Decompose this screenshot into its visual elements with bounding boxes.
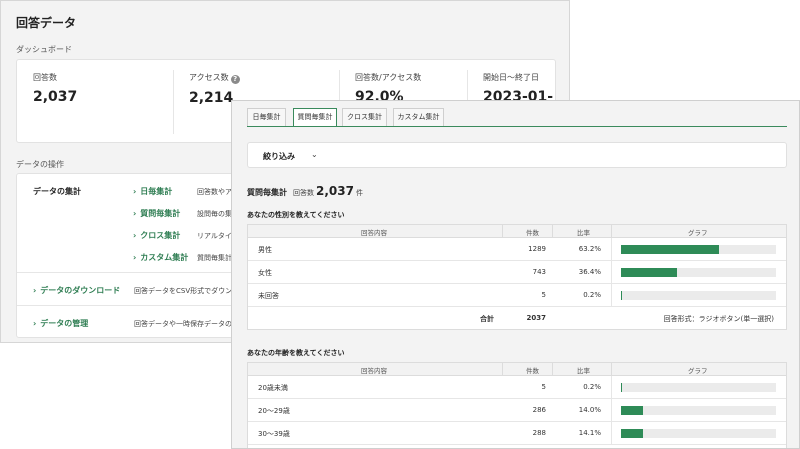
- ratio-bar: [621, 406, 776, 415]
- ratio-bar-fill: [621, 291, 622, 300]
- answer-format: 回答形式：ラジオボタン(単一選択): [663, 315, 774, 323]
- col-content: 回答内容: [361, 229, 387, 237]
- page-title: 回答データ: [16, 16, 77, 30]
- link-data-management[interactable]: › データの管理: [33, 318, 88, 329]
- ratio-bar: [621, 429, 776, 438]
- metric-value: 2,037: [33, 89, 78, 105]
- tab-custom[interactable]: カスタム集計: [393, 108, 444, 127]
- answer-ratio: 36.4%: [578, 268, 601, 276]
- chevron-right-icon: ›: [33, 319, 37, 328]
- ratio-bar-fill: [621, 406, 643, 415]
- link-question-aggregate[interactable]: › 質問毎集計: [133, 208, 180, 219]
- answer-ratio: 0.2%: [583, 383, 601, 391]
- summary-count: 2,037: [316, 184, 354, 198]
- col-ratio: 比率: [577, 229, 590, 237]
- table-row: 未回答 5 0.2%: [248, 284, 786, 307]
- ratio-bar-fill: [621, 268, 678, 277]
- table-footer: 合計 2037 回答形式：ラジオボタン(単一選択): [248, 307, 786, 329]
- ratio-bar: [621, 245, 776, 254]
- col-graph: グラフ: [688, 229, 708, 237]
- answer-count: 5: [541, 383, 546, 391]
- table-header: 回答内容 件数 比率 グラフ: [248, 225, 786, 238]
- metric-label: 開始日～終了日: [483, 73, 539, 82]
- ratio-bar-fill: [621, 429, 643, 438]
- question-table-gender: 回答内容 件数 比率 グラフ 男性 1289 63.2% 女性 743 36.4…: [247, 224, 787, 330]
- data-ops-label: データの操作: [16, 160, 64, 169]
- chevron-right-icon: ›: [133, 209, 137, 218]
- metric-label: アクセス数: [189, 73, 229, 82]
- summary-count-label: 回答数: [293, 189, 314, 197]
- link-data-download[interactable]: › データのダウンロード: [33, 285, 120, 296]
- table-row: 20歳未満 5 0.2%: [248, 376, 786, 399]
- question-table-age: 回答内容 件数 比率 グラフ 20歳未満 5 0.2% 20～29歳 286 1…: [247, 362, 787, 448]
- question-title: あなたの年齢を教えてください: [247, 349, 345, 357]
- link-cross-aggregate[interactable]: › クロス集計: [133, 230, 180, 241]
- link-daily-aggregate[interactable]: › 日毎集計: [133, 186, 172, 197]
- answer-label: 女性: [258, 269, 272, 277]
- answer-ratio: 63.2%: [578, 245, 601, 253]
- divider: [173, 70, 174, 134]
- answer-count: 288: [532, 429, 546, 437]
- question-title: あなたの性別を教えてください: [247, 211, 345, 219]
- summary-unit: 件: [355, 189, 363, 197]
- answer-ratio: 14.1%: [578, 429, 601, 437]
- answer-ratio: 14.0%: [578, 406, 601, 414]
- metric-label: 回答数: [33, 73, 57, 82]
- answer-count: 1289: [528, 245, 546, 253]
- answer-label: 未回答: [258, 292, 279, 300]
- table-row: 男性 1289 63.2%: [248, 238, 786, 261]
- tab-cross[interactable]: クロス集計: [342, 108, 387, 127]
- answer-ratio: 0.2%: [583, 291, 601, 299]
- answer-label: 男性: [258, 246, 272, 254]
- chevron-right-icon: ›: [133, 187, 137, 196]
- aggregate-heading: データの集計: [33, 187, 81, 196]
- answer-label: 30～39歳: [258, 430, 290, 438]
- col-ratio: 比率: [577, 367, 590, 375]
- table-row: 女性 743 36.4%: [248, 261, 786, 284]
- table-header: 回答内容 件数 比率 グラフ: [248, 363, 786, 376]
- answer-count: 5: [541, 291, 546, 299]
- tab-daily[interactable]: 日毎集計: [247, 108, 286, 127]
- total-label: 合計: [480, 315, 494, 323]
- chevron-down-icon: ⌄: [311, 150, 318, 159]
- ratio-bar-fill: [621, 383, 622, 392]
- ratio-bar: [621, 268, 776, 277]
- ratio-bar: [621, 291, 776, 300]
- dashboard-label: ダッシュボード: [16, 45, 72, 54]
- question-aggregate-window: 日毎集計 質問毎集計 クロス集計 カスタム集計 絞り込み ⌄ 質問毎集計 回答数 2…: [231, 100, 800, 449]
- answer-count: 743: [532, 268, 546, 276]
- chevron-right-icon: ›: [133, 231, 137, 240]
- link-custom-aggregate[interactable]: › カスタム集計: [133, 252, 188, 263]
- col-graph: グラフ: [688, 367, 708, 375]
- metric-responses: 回答数 2,037: [33, 72, 77, 105]
- summary-line: 質問毎集計 回答数 2,037 件: [247, 180, 363, 199]
- col-content: 回答内容: [361, 367, 387, 375]
- answer-count: 286: [532, 406, 546, 414]
- filter-label: 絞り込み: [263, 152, 295, 161]
- answer-label: 20～29歳: [258, 407, 290, 415]
- table-row: 30～39歳 288 14.1%: [248, 422, 786, 445]
- metric-label: 回答数/アクセス数: [355, 73, 422, 82]
- help-icon[interactable]: ?: [230, 75, 240, 84]
- chevron-right-icon: ›: [33, 286, 37, 295]
- tab-underline: [247, 126, 787, 127]
- ratio-bar-fill: [621, 245, 719, 254]
- answer-label: 20歳未満: [258, 384, 288, 392]
- col-count: 件数: [526, 229, 539, 237]
- col-count: 件数: [526, 367, 539, 375]
- table-row: 20～29歳 286 14.0%: [248, 399, 786, 422]
- link-desc: 回答データや一時保存データの閲: [134, 320, 239, 328]
- tab-question[interactable]: 質問毎集計: [293, 108, 337, 127]
- total-count: 2037: [526, 314, 546, 322]
- chevron-right-icon: ›: [133, 253, 137, 262]
- filter-bar[interactable]: 絞り込み ⌄: [247, 142, 787, 168]
- link-desc: 回答データをCSV形式でダウンロー: [134, 287, 247, 295]
- ratio-bar: [621, 383, 776, 392]
- summary-heading: 質問毎集計: [247, 188, 287, 197]
